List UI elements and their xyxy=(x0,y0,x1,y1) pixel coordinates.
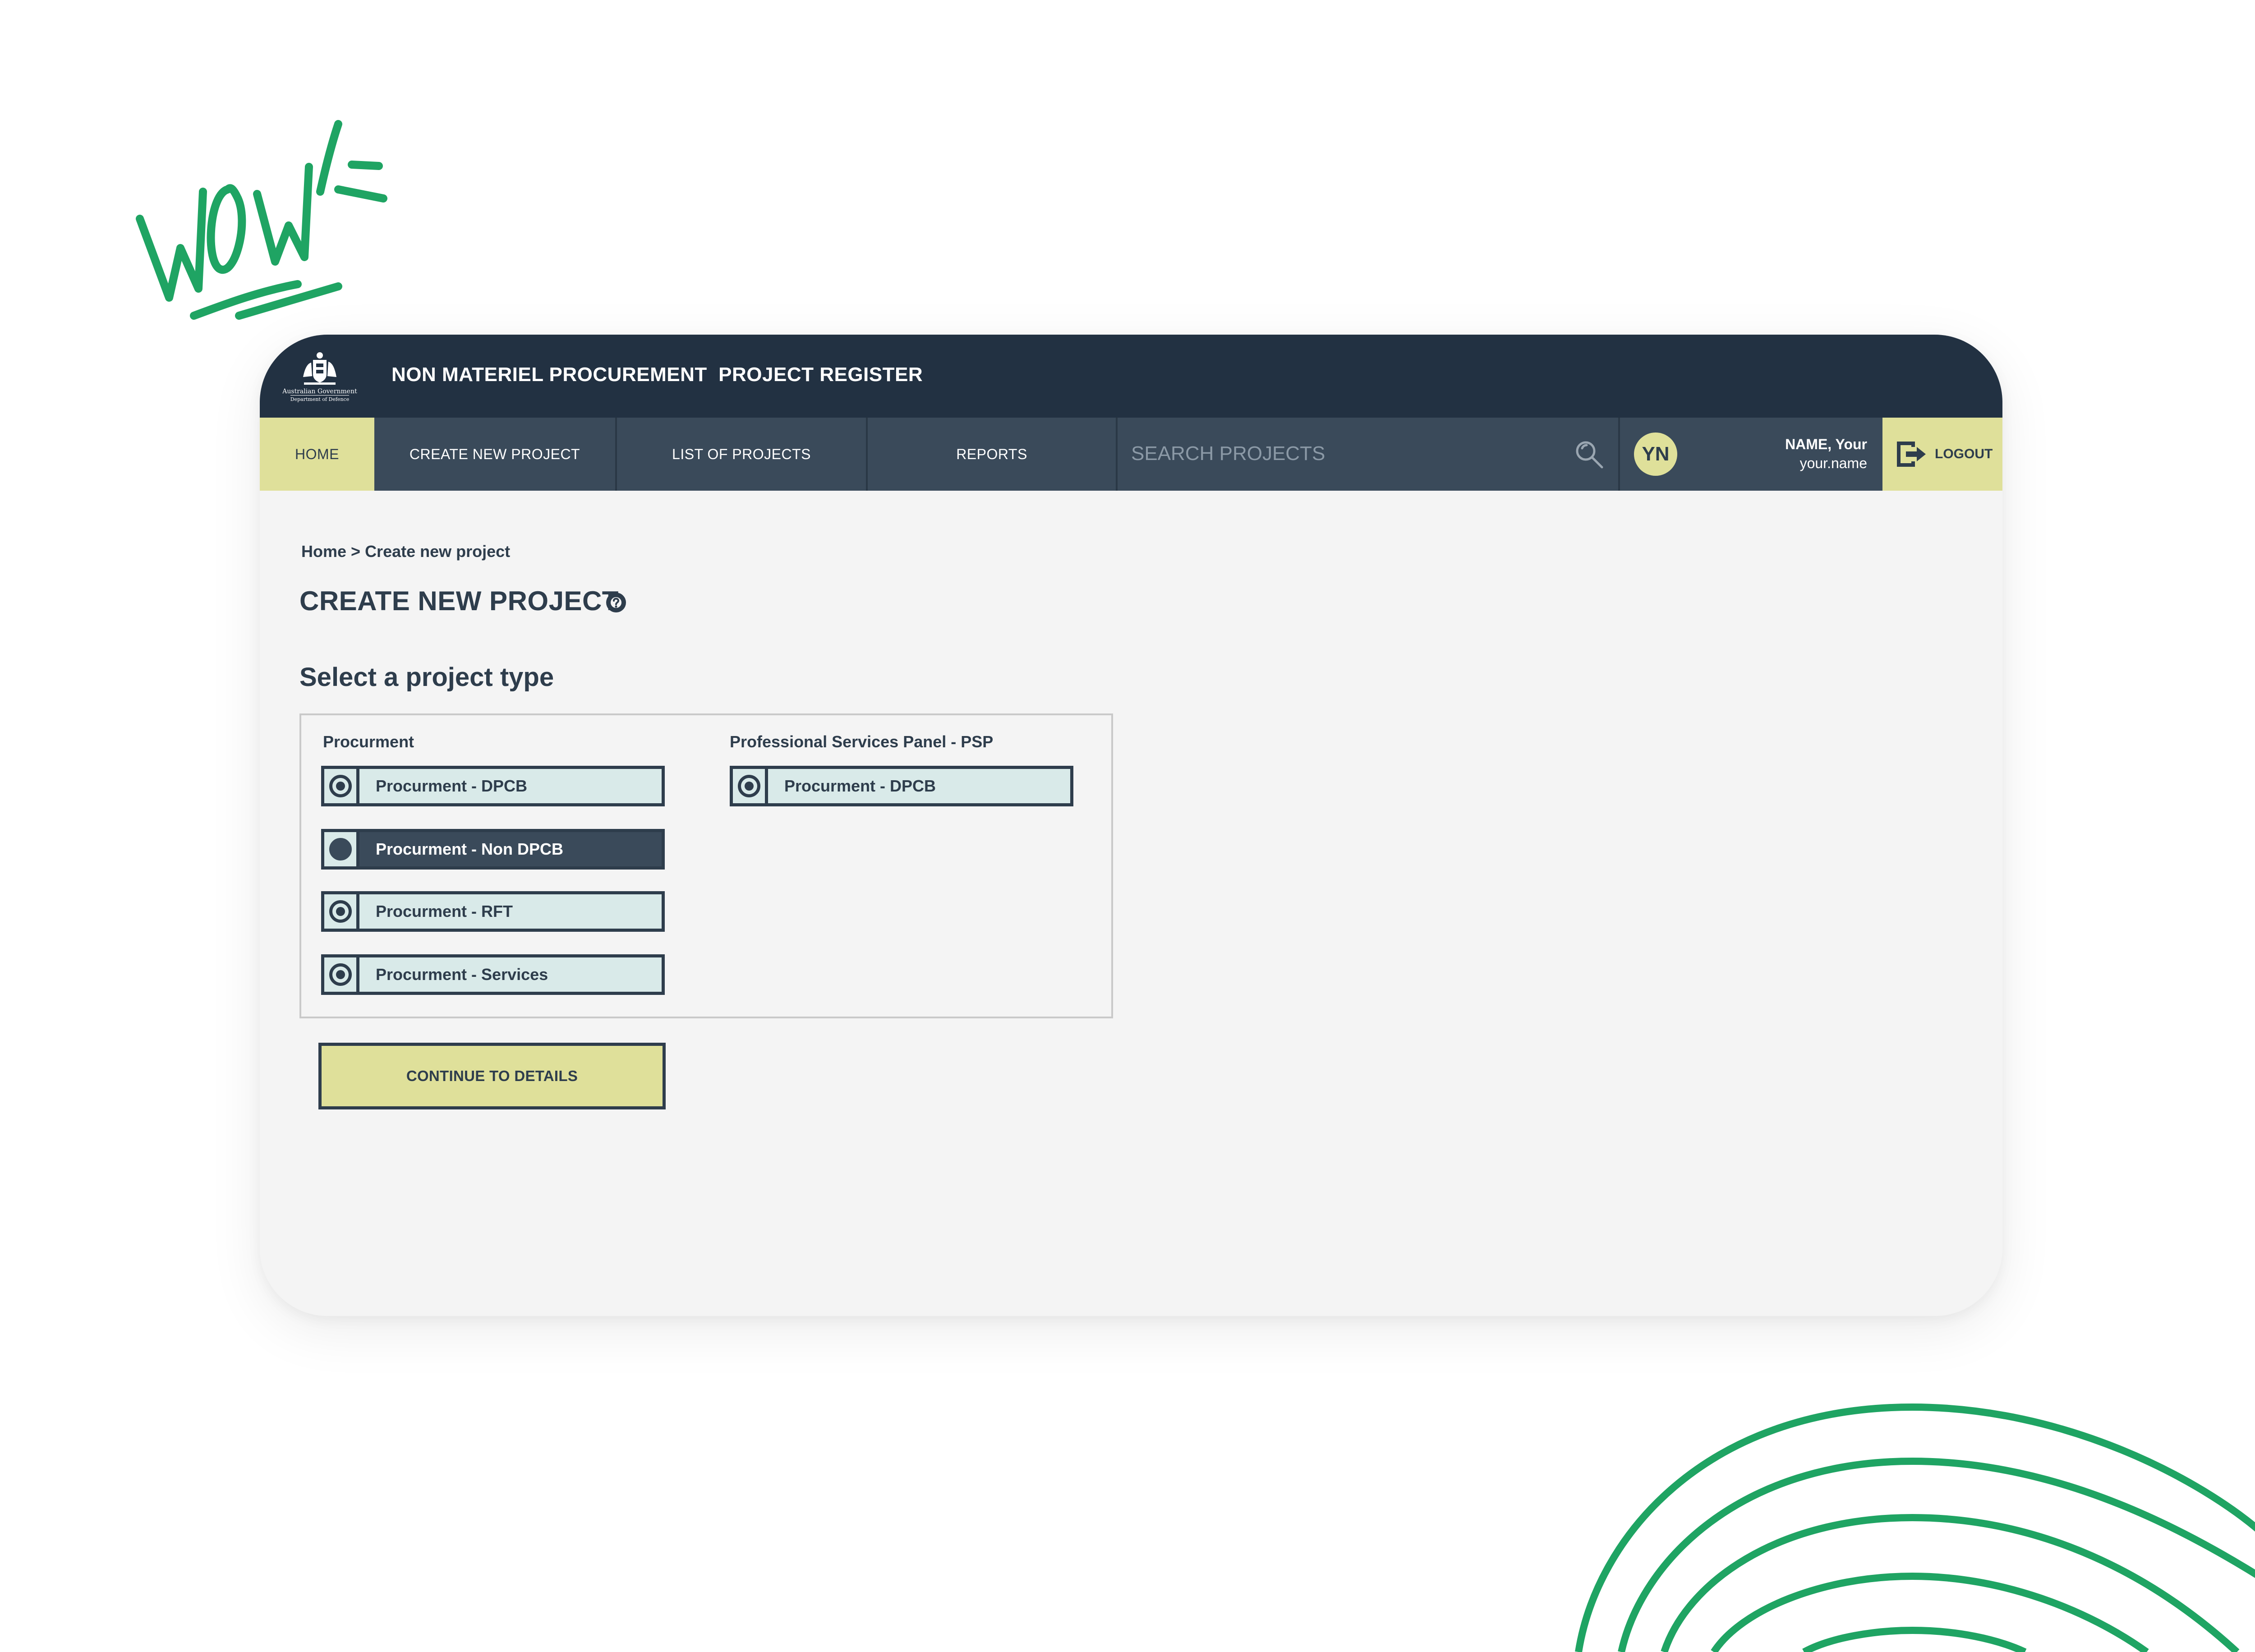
radio-dot xyxy=(744,782,754,791)
search-input[interactable] xyxy=(1131,436,1564,472)
logo-department-text: Department of Defence xyxy=(290,395,350,403)
search-box xyxy=(1118,418,1620,491)
breadcrumb-separator: > xyxy=(346,542,365,561)
radio-button[interactable] xyxy=(329,900,352,923)
user-avatar[interactable]: YN xyxy=(1634,433,1677,476)
continue-to-details-button[interactable]: CONTINUE TO DETAILS xyxy=(318,1043,666,1109)
nav-list-of-projects[interactable]: LIST OF PROJECTS xyxy=(617,418,868,491)
user-name: NAME, Your xyxy=(1785,436,1867,452)
user-info: NAME, Your your.name xyxy=(1785,435,1867,473)
help-icon[interactable] xyxy=(604,591,628,614)
government-crest-logo: Australian Government Department of Defe… xyxy=(277,343,363,410)
radio-cell xyxy=(324,769,359,803)
radio-dot xyxy=(336,907,345,916)
project-type-panel: Procurment Professional Services Panel -… xyxy=(299,713,1113,1018)
page-title: CREATE NEW PROJECT xyxy=(299,586,619,616)
option-procurment-non-dpcb[interactable]: Procurment - Non DPCB xyxy=(321,829,665,870)
option-procurment-services[interactable]: Procurment - Services xyxy=(321,954,665,995)
option-label: Procurment - Services xyxy=(376,965,548,984)
breadcrumb-home-link[interactable]: Home xyxy=(301,542,346,561)
option-procurment-rft[interactable]: Procurment - RFT xyxy=(321,891,665,932)
search-icon[interactable] xyxy=(1573,438,1606,471)
radio-dot xyxy=(336,782,345,791)
option-label: Procurment - Non DPCB xyxy=(376,840,564,858)
breadcrumb-current: Create new project xyxy=(365,542,511,561)
logout-button[interactable]: LOGOUT xyxy=(1882,418,2002,491)
option-psp-procurment-dpcb[interactable]: Procurment - DPCB xyxy=(730,766,1073,806)
nav-create-new-project[interactable]: CREATE NEW PROJECT xyxy=(374,418,617,491)
option-label: Procurment - DPCB xyxy=(784,777,936,795)
radio-cell xyxy=(733,769,768,803)
main-navigation: HOME CREATE NEW PROJECT LIST OF PROJECTS… xyxy=(260,418,2002,491)
radio-cell xyxy=(324,894,359,929)
radio-button[interactable] xyxy=(329,963,352,986)
radio-cell xyxy=(324,957,359,992)
option-procurment-dpcb[interactable]: Procurment - DPCB xyxy=(321,766,665,806)
group-label-procurment: Procurment xyxy=(323,732,414,751)
radio-dot xyxy=(336,970,345,979)
radio-button[interactable] xyxy=(329,775,352,797)
nav-home[interactable]: HOME xyxy=(260,418,374,491)
wow-doodle-decoration xyxy=(136,120,387,320)
app-title: NON MATERIEL PROCUREMENT PROJECT REGISTE… xyxy=(391,364,923,386)
breadcrumb: Home > Create new project xyxy=(301,542,510,561)
option-label: Procurment - RFT xyxy=(376,902,513,920)
radio-button[interactable] xyxy=(737,775,760,797)
radio-cell xyxy=(324,832,359,866)
group-label-psp: Professional Services Panel - PSP xyxy=(730,732,994,751)
radio-button-selected[interactable] xyxy=(329,838,352,861)
section-heading: Select a project type xyxy=(299,663,554,692)
app-window: Australian Government Department of Defe… xyxy=(260,335,2002,1316)
option-label: Procurment - DPCB xyxy=(376,777,528,795)
title-bar: Australian Government Department of Defe… xyxy=(260,335,2002,418)
rings-doodle-decoration xyxy=(1575,1403,2255,1652)
logout-label: LOGOUT xyxy=(1935,446,1993,461)
user-handle: your.name xyxy=(1799,455,1867,471)
crest-icon xyxy=(303,352,336,385)
logout-icon xyxy=(1897,442,1926,467)
logo-government-text: Australian Government xyxy=(282,387,357,395)
nav-reports[interactable]: REPORTS xyxy=(868,418,1118,491)
